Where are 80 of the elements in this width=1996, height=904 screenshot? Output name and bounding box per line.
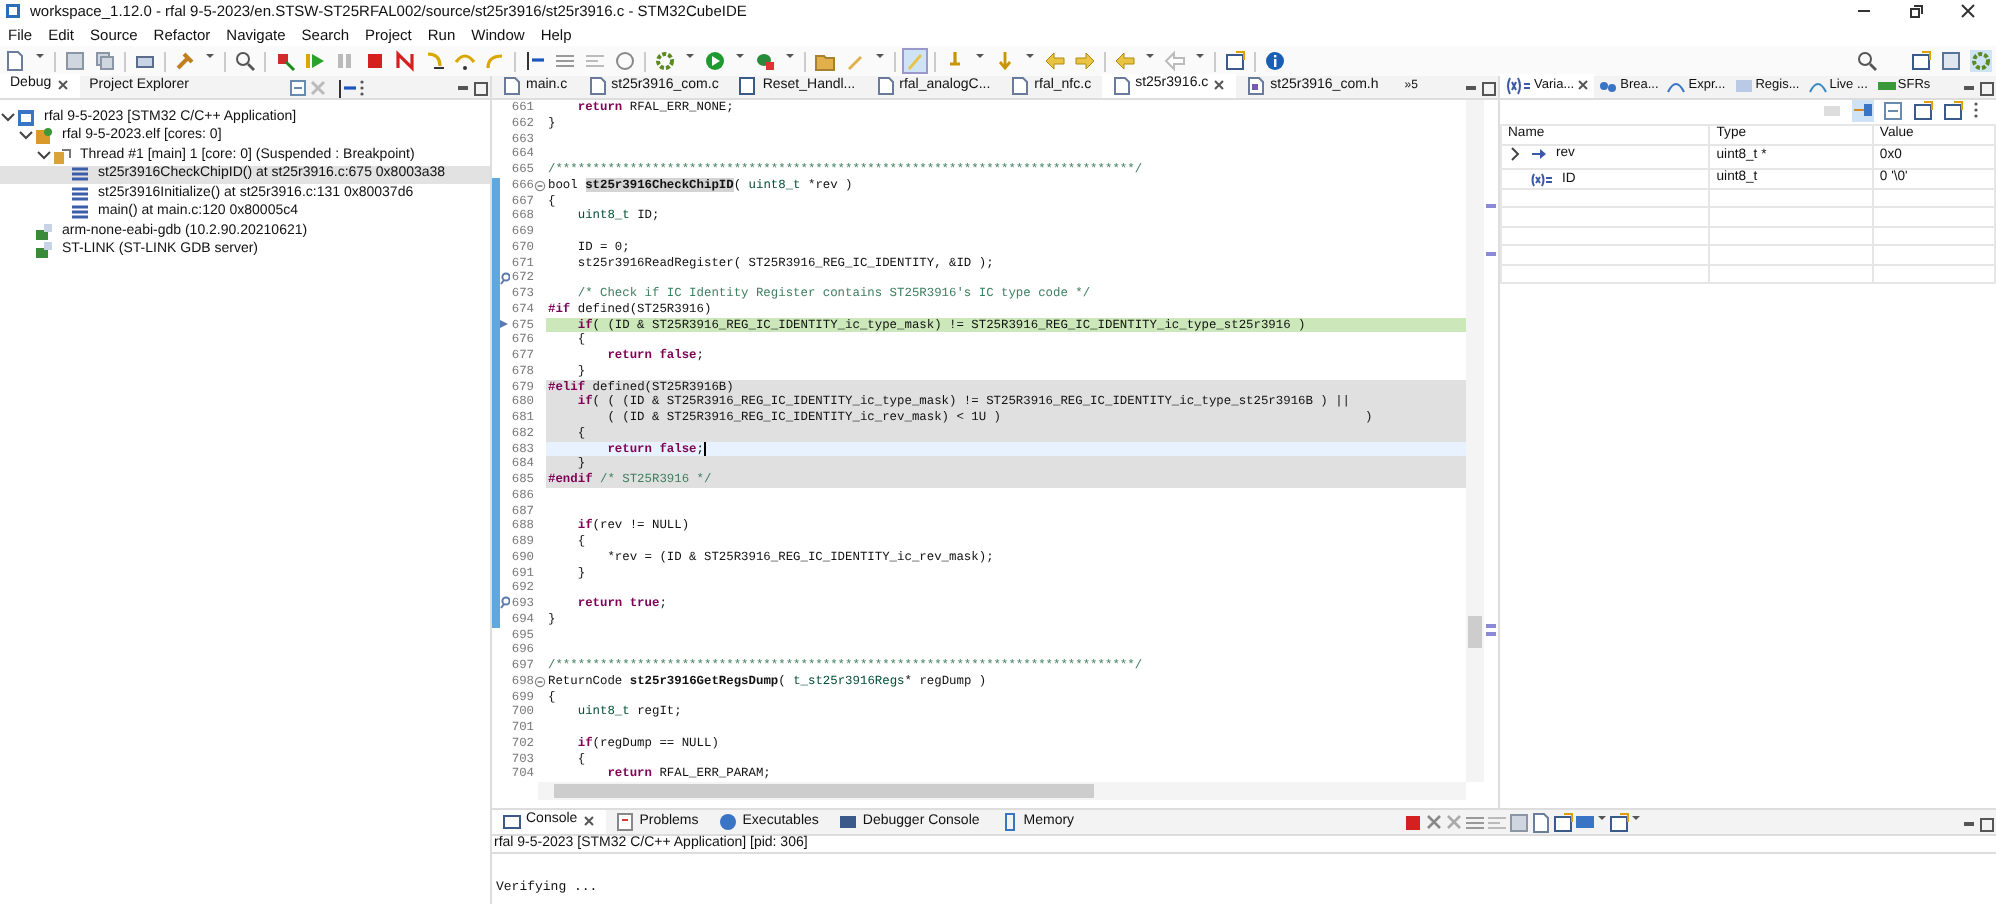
tree-node-icon [34,240,54,261]
gear-icon[interactable] [654,50,676,72]
down-arrow-icon[interactable] [994,50,1016,72]
perspective-icon[interactable] [1940,50,1962,72]
search-icon[interactable] [1856,50,1878,72]
view-icon [1733,76,1754,96]
minus-icon[interactable] [1882,100,1904,122]
run-icon[interactable] [704,50,726,72]
hammer-icon[interactable] [174,50,196,72]
scrollbar-thumb[interactable] [554,784,1094,798]
remove-icon[interactable] [1424,812,1445,834]
forward-arrow-icon[interactable] [1074,50,1096,72]
tree-node-icon [16,107,36,128]
pointer-icon [1530,145,1548,162]
tree-node-icon [52,145,72,166]
disconnect-icon[interactable] [394,50,416,72]
view-icon [502,811,522,831]
more-icon[interactable] [357,78,366,98]
print-icon[interactable] [134,50,156,72]
export-icon[interactable] [1942,100,1964,122]
text-cursor [703,441,706,455]
list-icon[interactable] [554,50,576,72]
view-icon [999,812,1020,832]
maximize-icon[interactable] [472,78,490,98]
more-icon[interactable] [1972,100,1980,120]
terminate-icon[interactable] [1402,812,1425,834]
folder-icon[interactable] [814,50,836,72]
tree-node-icon [70,202,90,223]
close-icon[interactable] [1956,0,1980,22]
skip-breakpoints-icon[interactable] [274,50,296,72]
new-console-icon[interactable] [1608,812,1631,834]
save-all-icon[interactable] [94,50,116,72]
view-icon [1504,75,1532,95]
tree-node-icon [34,221,54,242]
tree-node-icon [70,183,90,204]
pin-icon[interactable] [944,50,966,72]
instruction-step-icon[interactable] [335,78,358,98]
chevron-down-icon[interactable] [36,147,52,164]
info-icon[interactable] [1264,50,1286,72]
chevron-down-icon[interactable] [0,109,16,126]
display-icon[interactable] [1574,812,1597,834]
search-icon[interactable] [234,50,256,72]
perspective-icon[interactable] [1910,50,1932,72]
app-icon [4,2,22,20]
scrollbar-thumb[interactable] [1468,616,1482,648]
variable-icon [1530,171,1554,188]
close-icon[interactable] [55,78,70,92]
step-into-icon[interactable] [424,50,446,72]
vertical-scrollbar[interactable] [1466,100,1484,782]
back-arrow-icon[interactable] [1044,50,1066,72]
view-icon [718,812,739,832]
close-icon[interactable] [581,814,596,828]
close-icon[interactable] [1576,78,1591,92]
window-icon[interactable] [1224,50,1246,72]
instruction-step-icon[interactable] [524,50,546,72]
horizontal-scrollbar[interactable] [538,782,1466,800]
maximize-icon[interactable] [1978,814,1996,834]
view-icon [1875,76,1896,96]
new-window-icon[interactable] [1912,100,1934,122]
collapse-icon[interactable] [534,179,546,192]
overview-mark [1486,204,1496,208]
tree-node-icon [34,126,54,147]
tree-node-icon [70,164,90,185]
chevron-down-icon[interactable] [18,128,34,145]
collapse-icon[interactable] [534,675,546,688]
step-over-icon[interactable] [454,50,476,72]
view-icon [838,812,859,832]
close-icon[interactable] [1212,78,1227,92]
overview-mark [1486,252,1496,256]
maximize-icon[interactable] [1978,78,1996,98]
console-tool-icon[interactable] [1552,812,1575,834]
console-tool-icon[interactable] [1530,812,1553,834]
stop-icon[interactable] [364,50,386,72]
debug-icon[interactable] [754,50,776,72]
chevron-right-icon[interactable] [1508,145,1522,162]
view-icon [1598,76,1619,96]
restore-icon[interactable] [1904,0,1928,22]
maximize-icon[interactable] [1480,78,1498,98]
back-arrow-icon[interactable] [1114,50,1136,72]
resume-icon[interactable] [304,50,326,72]
